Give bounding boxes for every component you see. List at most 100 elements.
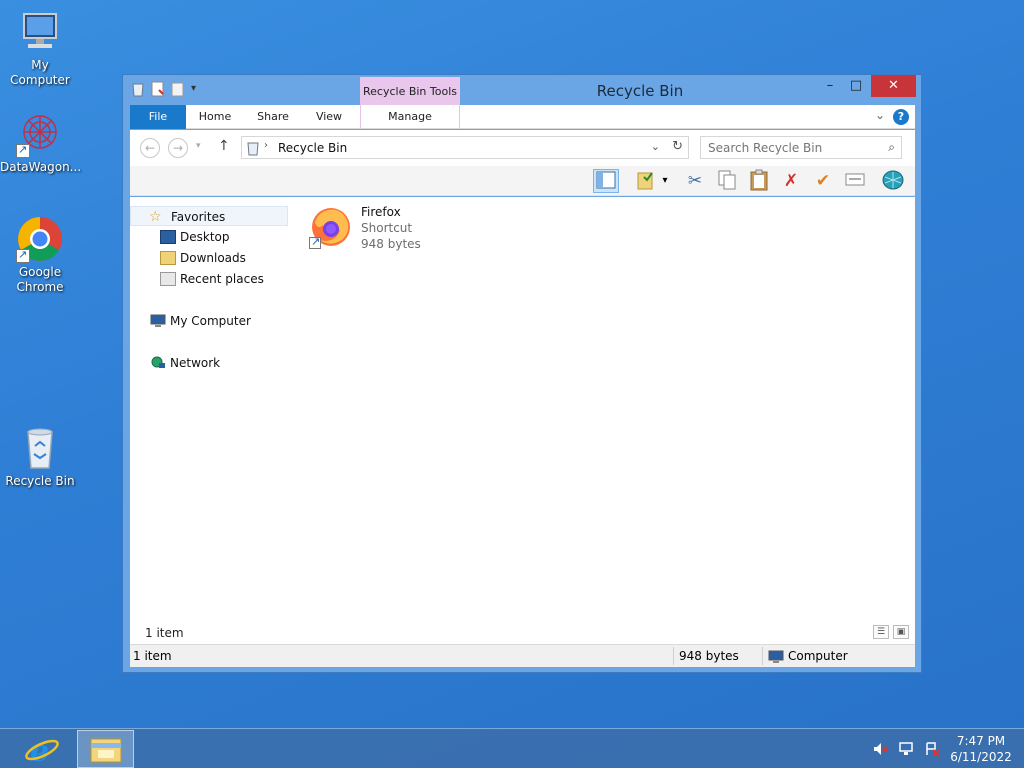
paste-icon[interactable]	[746, 169, 772, 193]
cut-icon[interactable]: ✂	[682, 169, 708, 193]
quick-access-toolbar: ▾	[131, 81, 205, 97]
system-tray	[872, 741, 940, 757]
forward-button[interactable]: →	[168, 138, 188, 158]
taskbar: e 7:47 PM 6/11/2022	[0, 728, 1024, 768]
preview-pane-icon[interactable]	[593, 169, 619, 193]
status-location: Computer	[788, 649, 848, 663]
desktop-icon-label: Google Chrome	[16, 265, 64, 294]
nav-item-label: Recent places	[180, 272, 264, 286]
maximize-button[interactable]: □	[843, 75, 869, 97]
organize-folder-icon[interactable]	[633, 169, 659, 193]
tab-file[interactable]: File	[130, 105, 186, 129]
rename-check-icon[interactable]: ✔	[810, 169, 836, 193]
desktop-icon-label: DataWagon...	[0, 160, 82, 174]
desktop-folder-icon	[160, 230, 176, 244]
recycle-bin-small-icon	[246, 140, 260, 156]
explorer-window: ▾ Recycle Bin Tools Recycle Bin – □ ✕ Fi…	[122, 74, 922, 673]
computer-small-icon	[768, 649, 784, 663]
chrome-icon	[16, 215, 64, 263]
shortcut-arrow-icon	[16, 142, 30, 158]
nav-item-label: Favorites	[171, 210, 226, 224]
large-icons-view-icon[interactable]: ▣	[893, 625, 909, 639]
svg-text:e: e	[30, 734, 49, 767]
desktop-icon-recycle-bin[interactable]: Recycle Bin	[0, 424, 80, 489]
recycle-bin-small-icon	[131, 81, 145, 97]
nav-item-recent-places[interactable]: Recent places	[130, 269, 288, 289]
action-center-icon[interactable]	[924, 741, 940, 757]
properties-icon[interactable]	[151, 81, 165, 97]
details-view-icon[interactable]: ☰	[873, 625, 889, 639]
properties-icon[interactable]	[842, 169, 868, 193]
nav-item-desktop[interactable]: Desktop	[130, 227, 288, 247]
copy-icon[interactable]	[714, 169, 740, 193]
tab-view[interactable]: View	[302, 105, 356, 129]
view-switcher: ☰ ▣	[873, 625, 909, 639]
delete-icon[interactable]: ✗	[778, 169, 804, 193]
close-button[interactable]: ✕	[871, 75, 916, 97]
computer-icon	[16, 8, 64, 56]
up-button[interactable]: ↑	[218, 138, 230, 154]
nav-item-label: My Computer	[170, 314, 251, 328]
file-item[interactable]: Firefox Shortcut 948 bytes	[305, 202, 505, 254]
back-button[interactable]: ←	[140, 138, 160, 158]
clock-date: 6/11/2022	[950, 750, 1012, 764]
firefox-icon	[309, 205, 353, 249]
network-icon	[150, 356, 166, 370]
clock-time: 7:47 PM	[956, 734, 1006, 748]
clock[interactable]: 7:47 PM 6/11/2022	[945, 733, 1017, 765]
window-title: Recycle Bin	[596, 82, 684, 100]
tab-home[interactable]: Home	[186, 105, 244, 129]
network-status-icon[interactable]	[898, 741, 914, 757]
file-explorer-taskbar-button[interactable]	[77, 730, 134, 768]
customize-dropdown-icon[interactable]: ▾	[191, 81, 205, 97]
nav-item-label: Desktop	[180, 230, 230, 244]
recent-locations-dropdown-icon[interactable]: ▾	[196, 141, 201, 151]
tab-manage[interactable]: Manage	[360, 105, 460, 129]
ribbon-tabs: File Home Share View Manage ⌄ ?	[130, 105, 915, 129]
content-area: ☆ Favorites Desktop Downloads Recent pla…	[130, 197, 915, 644]
address-bar-row: ← → ▾ ↑ › Recycle Bin ⌄ ↻ ⌕	[130, 130, 915, 166]
desktop-icon-my-computer[interactable]: My Computer	[0, 8, 80, 88]
breadcrumb-separator-icon[interactable]: ›	[264, 140, 268, 151]
nav-item-favorites[interactable]: ☆ Favorites	[130, 206, 288, 226]
breadcrumb-recycle-bin[interactable]: Recycle Bin	[278, 141, 347, 155]
navigation-pane: ☆ Favorites Desktop Downloads Recent pla…	[130, 205, 288, 625]
file-size: 948 bytes	[361, 237, 421, 251]
organize-dropdown-icon[interactable]: ▾	[658, 169, 672, 193]
downloads-folder-icon	[160, 251, 176, 265]
search-box[interactable]: ⌕	[700, 136, 902, 159]
help-button[interactable]: ?	[893, 109, 909, 125]
new-folder-icon[interactable]	[171, 81, 185, 97]
volume-muted-icon[interactable]	[872, 741, 888, 757]
search-icon[interactable]: ⌕	[888, 140, 895, 155]
nav-item-downloads[interactable]: Downloads	[130, 248, 288, 268]
search-input[interactable]	[701, 137, 871, 158]
refresh-icon[interactable]: ↻	[672, 139, 683, 154]
computer-small-icon	[150, 314, 166, 328]
command-toolbar: ▾ ✂ ✗ ✔	[130, 166, 915, 196]
desktop-icon-google-chrome[interactable]: Google Chrome	[0, 215, 80, 295]
internet-explorer-icon[interactable]: e	[22, 731, 62, 768]
status-divider	[673, 647, 674, 665]
file-type: Shortcut	[361, 221, 413, 235]
address-dropdown-icon[interactable]: ⌄	[651, 140, 660, 153]
address-box[interactable]: › Recycle Bin ⌄ ↻	[241, 136, 689, 159]
nautilus-shell-icon[interactable]	[880, 169, 906, 193]
item-count: 1 item	[145, 626, 184, 640]
desktop-icon-datawagon[interactable]: DataWagon...	[0, 110, 82, 175]
tab-share[interactable]: Share	[244, 105, 302, 129]
nav-item-label: Network	[170, 356, 221, 370]
status-bar: 1 item 948 bytes Computer	[130, 644, 915, 667]
title-bar[interactable]: ▾ Recycle Bin Tools Recycle Bin – □ ✕	[123, 75, 921, 107]
nav-item-my-computer[interactable]: My Computer	[130, 311, 288, 331]
file-name: Firefox	[361, 205, 401, 219]
minimize-button[interactable]: –	[817, 75, 843, 97]
desktop-icon-label: My Computer	[10, 58, 70, 87]
nav-item-network[interactable]: Network	[130, 353, 288, 373]
expand-ribbon-icon[interactable]: ⌄	[875, 108, 885, 122]
status-size: 948 bytes	[679, 649, 739, 663]
recycle-bin-tools-context-tab: Recycle Bin Tools	[360, 77, 460, 107]
shortcut-arrow-icon	[309, 235, 321, 249]
nav-item-label: Downloads	[180, 251, 246, 265]
file-list: Firefox Shortcut 948 bytes	[305, 202, 505, 254]
